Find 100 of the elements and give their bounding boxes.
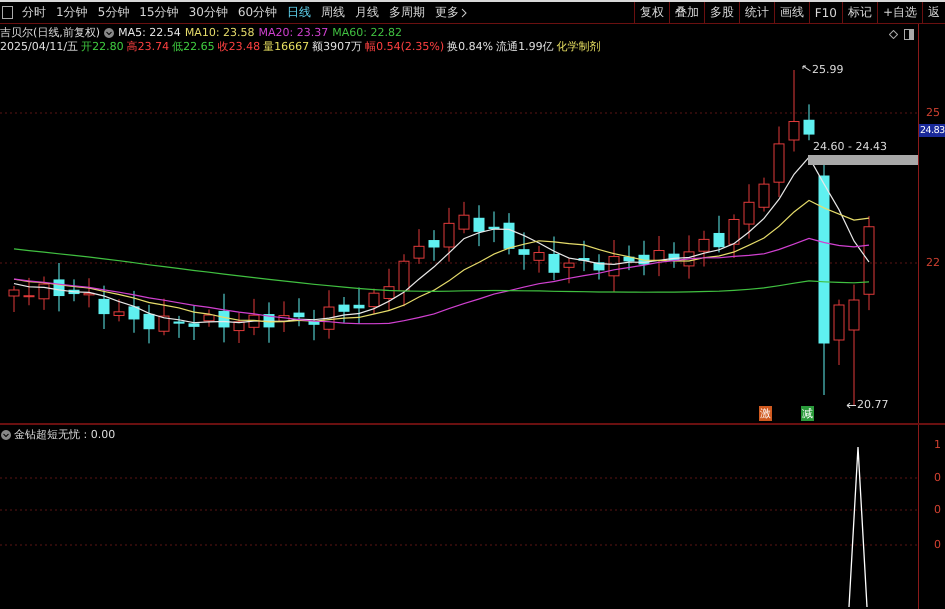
candlestick: [488, 211, 500, 243]
quote-value: 幅0.54(2.35%): [365, 40, 444, 54]
candlestick: [608, 239, 620, 292]
candlestick: [308, 309, 320, 341]
candlestick: [188, 305, 200, 341]
signal-tag: 激: [759, 406, 772, 421]
ma-legend-label: MA20: 23.37: [258, 26, 328, 40]
candlestick: [324, 290, 334, 340]
period-tab[interactable]: 60分钟: [232, 4, 282, 21]
quote-value: 低22.65: [172, 40, 215, 54]
candlestick: [474, 204, 484, 247]
candlestick: [714, 215, 724, 253]
candlestick: [384, 268, 394, 312]
quote-value: 换0.84%: [447, 40, 494, 54]
candlestick: [774, 126, 784, 198]
quote-value: 化学制剂: [556, 40, 601, 54]
candlestick: [534, 245, 544, 274]
candlestick: [458, 201, 470, 234]
period-tab[interactable]: 1分钟: [51, 4, 93, 21]
candlestick: [354, 287, 364, 324]
arrow-icon: [802, 65, 811, 72]
quote-value: 流通1.99亿: [496, 40, 554, 54]
candlestick: [338, 296, 350, 323]
candlestick: [414, 228, 424, 264]
candlestick: [218, 293, 230, 343]
candlestick: [38, 276, 50, 310]
diamond-icon: [889, 30, 898, 39]
candlestick: [98, 285, 110, 330]
candlestick: [294, 298, 304, 327]
candlestick: [668, 242, 680, 268]
candlestick: [174, 315, 184, 338]
axis-label: 25: [925, 106, 941, 119]
period-tab[interactable]: 分时: [17, 4, 51, 21]
period-tab[interactable]: 更多: [430, 4, 472, 21]
arrow-icon: [846, 402, 856, 409]
period-tab[interactable]: 周线: [316, 4, 350, 21]
candlestick: [744, 184, 754, 240]
indicator-label: 金钻超短无忧 : 0.00: [14, 427, 116, 442]
candlestick: [144, 304, 154, 344]
candlestick: [264, 302, 274, 344]
candlestick: [834, 299, 844, 366]
candlestick: [278, 300, 290, 332]
chevron-down-icon: [104, 28, 114, 38]
candlestick: [548, 236, 560, 281]
candlestick: [428, 230, 440, 262]
ma-legend-label: MA60: 22.82: [332, 26, 402, 40]
candlestick: [444, 207, 454, 262]
quote-value: 开22.80: [81, 40, 124, 54]
chevron-right-icon: [461, 8, 468, 18]
stock-title: 吉贝尔(日线,前复权): [0, 26, 100, 40]
candlestick: [248, 298, 260, 336]
candlestick: [594, 254, 604, 280]
candlestick: [128, 290, 140, 334]
quote-value: 2025/04/11/五: [0, 40, 78, 54]
period-tab[interactable]: 日线: [282, 4, 316, 21]
quote-value: 高23.74: [126, 40, 170, 54]
panel-icon[interactable]: [2, 6, 13, 19]
period-tab[interactable]: 30分钟: [184, 4, 233, 21]
ma-legend-label: MA5: 22.54: [118, 26, 181, 40]
ma-legend-label: MA10: 23.58: [184, 26, 255, 40]
candlestick: [638, 240, 650, 276]
period-tab[interactable]: 15分钟: [134, 4, 184, 21]
quote-value: 量16667: [263, 40, 310, 54]
candlestick: [24, 277, 34, 306]
candlestick: [54, 262, 64, 312]
candlestick: [158, 298, 170, 336]
range-label: 24.60 - 24.43: [813, 140, 887, 153]
period-tab[interactable]: 月线: [350, 4, 384, 21]
candlestick: [758, 177, 770, 212]
candlestick: [684, 234, 694, 280]
candlestick: [504, 212, 514, 255]
axis-label: 1: [933, 438, 942, 451]
current-price-label: 24.83: [919, 124, 945, 137]
axis-label: 0: [933, 538, 942, 551]
panel-toggle-icon: [904, 29, 914, 40]
low-price-label: 20.77: [857, 398, 888, 411]
signal-tag: 减: [801, 406, 814, 421]
high-price-label: 25.99: [812, 63, 844, 76]
candlestick: [564, 258, 574, 284]
candlestick: [204, 309, 214, 328]
period-tab[interactable]: 5分钟: [92, 4, 134, 21]
period-tab[interactable]: 多周期: [384, 4, 430, 21]
candlestick: [234, 312, 244, 344]
axis-label: 22: [925, 256, 941, 269]
candlestick: [398, 254, 410, 307]
candlestick: [624, 244, 634, 271]
candlestick: [114, 298, 124, 322]
candlestick: [368, 288, 380, 315]
candlestick: [68, 278, 80, 302]
quote-value: 额3907万: [312, 40, 362, 54]
candlestick: [654, 236, 664, 277]
candlestick: [518, 232, 530, 270]
candlestick: [8, 286, 20, 312]
candlestick: [728, 214, 740, 259]
candlestick: [578, 240, 590, 272]
quote-value: 收23.48: [218, 40, 260, 54]
candlestick: [804, 104, 814, 141]
candlestick: [698, 230, 710, 268]
axis-label: 0: [933, 471, 942, 484]
candlestick: [84, 278, 94, 308]
